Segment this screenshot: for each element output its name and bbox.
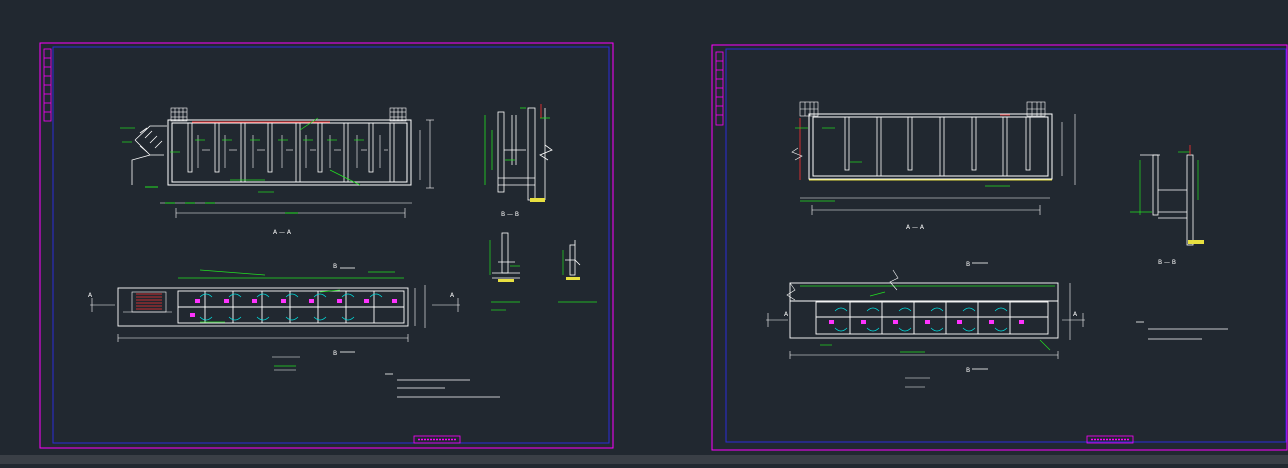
right-plan-a-mark-left: A: [784, 311, 789, 318]
left-aa-section: A — A: [120, 107, 434, 236]
left-bb-label: B — B: [501, 211, 519, 218]
left-detail-1: [489, 232, 520, 311]
left-aa-label: A — A: [273, 229, 292, 236]
right-notes: [1136, 321, 1228, 340]
sheet-right-outer-frame: [711, 44, 1288, 451]
sheet-left: A — A B — B A A B B: [39, 42, 614, 449]
left-plan-b-mark-bottom: B: [333, 350, 337, 357]
right-bb-section: B — B: [1130, 145, 1204, 266]
right-plan-b-mark-top: B: [966, 261, 970, 268]
right-plan-view: A A B B: [766, 261, 1085, 388]
sheet-left-binding-strip: [43, 48, 52, 122]
right-plan-a-mark-right: A: [1073, 311, 1078, 318]
left-plan-a-mark-right: A: [450, 292, 455, 299]
right-bb-label: B — B: [1158, 259, 1176, 266]
left-plan-b-mark-top: B: [333, 263, 337, 270]
right-aa-section: A — A: [791, 101, 1076, 231]
sheet-right: A — A B — B A A B B: [711, 44, 1288, 451]
sheet-left-outer-frame: [39, 42, 614, 449]
sheet-left-inner-frame: [52, 46, 610, 444]
left-plan-a-mark-left: A: [88, 292, 93, 299]
left-plan-view: A A B B: [88, 263, 460, 371]
cad-viewport[interactable]: A — A B — B A A B B A — A B — B A A B B: [0, 0, 1288, 464]
bottom-status-strip: [0, 455, 1288, 464]
left-notes: [385, 373, 500, 398]
left-detail-2: [558, 240, 597, 303]
left-bb-section: B — B: [484, 104, 553, 218]
sheet-right-binding-strip: [715, 51, 724, 126]
right-aa-label: A — A: [906, 224, 925, 231]
right-plan-b-mark-bottom: B: [966, 367, 970, 374]
